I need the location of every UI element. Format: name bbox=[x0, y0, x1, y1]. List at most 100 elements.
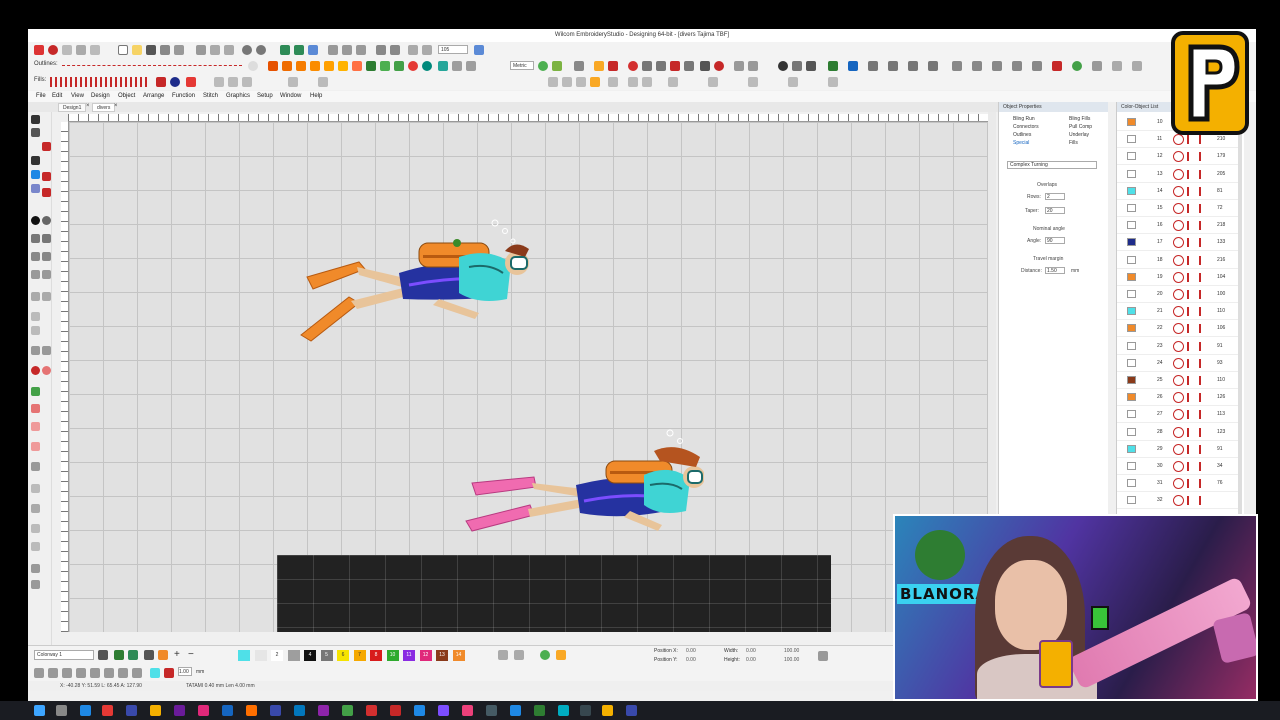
thread-color-swatch[interactable] bbox=[1127, 393, 1136, 402]
thread-color-swatch[interactable] bbox=[1127, 118, 1136, 126]
shape-icon[interactable] bbox=[352, 61, 362, 71]
grid-fill-icon[interactable] bbox=[186, 77, 196, 87]
color-object-row[interactable]: 15 72 bbox=[1117, 200, 1239, 217]
paste-icon[interactable] bbox=[210, 45, 220, 55]
position-x-value[interactable]: 0.00 bbox=[686, 648, 696, 654]
star-tool-icon[interactable] bbox=[42, 252, 51, 261]
view-f-icon[interactable] bbox=[104, 668, 114, 678]
arc2-icon[interactable] bbox=[748, 61, 758, 71]
tab-bling-run[interactable]: Bling Run bbox=[1013, 116, 1035, 122]
color-object-row[interactable]: 16 218 bbox=[1117, 217, 1239, 235]
polygon-tool-icon[interactable] bbox=[42, 234, 51, 243]
fill-tool-icon[interactable] bbox=[366, 61, 376, 71]
palette-color-swatch[interactable]: 7 bbox=[353, 650, 366, 661]
redo-icon[interactable] bbox=[256, 45, 266, 55]
height-value[interactable]: 0.00 bbox=[746, 657, 756, 663]
spiral-icon[interactable] bbox=[42, 270, 51, 279]
app-gray-icon[interactable] bbox=[486, 705, 497, 716]
cancel-icon[interactable] bbox=[714, 61, 724, 71]
tab-special[interactable]: Special bbox=[1013, 140, 1029, 146]
edit-icon[interactable] bbox=[1112, 61, 1122, 71]
edge-icon[interactable] bbox=[80, 705, 91, 716]
rows-field[interactable]: 2 bbox=[1045, 193, 1065, 200]
lock-proportions-icon[interactable] bbox=[818, 651, 828, 661]
tab-outlines[interactable]: Outlines bbox=[1013, 132, 1031, 138]
color-object-row[interactable]: 26 126 bbox=[1117, 389, 1239, 407]
stop-icon[interactable] bbox=[628, 61, 638, 71]
view-a-icon[interactable] bbox=[34, 668, 44, 678]
thread-color-swatch[interactable] bbox=[1127, 255, 1136, 264]
rect-tool-icon[interactable] bbox=[31, 252, 40, 261]
stitch-player-icon[interactable] bbox=[280, 45, 290, 55]
group-icon[interactable] bbox=[888, 61, 898, 71]
appliqué-icon[interactable] bbox=[1092, 61, 1102, 71]
menu-window[interactable]: Window bbox=[280, 93, 301, 99]
circle-outline-icon[interactable] bbox=[31, 312, 40, 321]
thread-color-swatch[interactable] bbox=[1127, 152, 1136, 161]
menu-setup[interactable]: Setup bbox=[257, 93, 273, 99]
lock-icon[interactable] bbox=[590, 77, 600, 87]
monogram-icon[interactable] bbox=[31, 170, 40, 179]
digitize-tool-icon[interactable] bbox=[42, 142, 51, 151]
color-object-row[interactable]: 23 91 bbox=[1117, 338, 1239, 355]
combine-icon[interactable] bbox=[828, 77, 838, 87]
trim-icon[interactable] bbox=[642, 61, 652, 71]
menu-function[interactable]: Function bbox=[172, 93, 195, 99]
menu-graphics[interactable]: Graphics bbox=[226, 93, 250, 99]
thread-color-swatch[interactable] bbox=[1127, 238, 1136, 247]
tab-connectors[interactable]: Connectors bbox=[1013, 124, 1039, 130]
color-object-row[interactable]: 14 81 bbox=[1117, 183, 1239, 200]
settings-icon[interactable] bbox=[806, 61, 816, 71]
palette-color-swatch[interactable]: 8 bbox=[370, 650, 382, 661]
order-icon[interactable] bbox=[668, 77, 678, 87]
thread-color-swatch[interactable] bbox=[1127, 444, 1136, 453]
color-wheel-icon[interactable] bbox=[556, 650, 566, 660]
steam-icon[interactable] bbox=[580, 705, 591, 716]
thread-color-swatch[interactable] bbox=[1127, 169, 1136, 178]
reshape-icon[interactable] bbox=[608, 61, 618, 71]
tools-icon[interactable] bbox=[76, 45, 86, 55]
weld-icon[interactable] bbox=[708, 77, 718, 87]
table-icon[interactable] bbox=[452, 61, 462, 71]
start-icon[interactable] bbox=[34, 705, 45, 716]
hoop-tool-icon[interactable] bbox=[31, 564, 40, 573]
palette-color-swatch[interactable]: 5 bbox=[320, 650, 333, 661]
magic-icon[interactable] bbox=[928, 61, 938, 71]
color-object-row[interactable]: 32 bbox=[1117, 492, 1239, 510]
text-tool-icon[interactable] bbox=[828, 61, 838, 71]
pointer-icon[interactable] bbox=[31, 115, 40, 124]
color-object-row[interactable]: 12 179 bbox=[1117, 148, 1239, 166]
chrome-icon[interactable] bbox=[366, 705, 377, 716]
zoom-out-icon[interactable] bbox=[422, 45, 432, 55]
thread-color-swatch[interactable] bbox=[1127, 204, 1136, 212]
fill-pattern-icon[interactable] bbox=[156, 77, 166, 87]
diver-embroidery-pink-fins[interactable] bbox=[464, 427, 704, 547]
print-preview-icon[interactable] bbox=[174, 45, 184, 55]
tab-underlay[interactable]: Underlay bbox=[1069, 132, 1089, 138]
blank-tool-icon[interactable] bbox=[31, 580, 40, 589]
trim-shape-icon[interactable] bbox=[748, 77, 758, 87]
fill-style-a-icon[interactable] bbox=[214, 77, 224, 87]
undo-icon[interactable] bbox=[242, 45, 252, 55]
align-right-icon[interactable] bbox=[576, 77, 586, 87]
hoop-fabric-preview[interactable] bbox=[277, 555, 831, 632]
pink-circle-icon[interactable] bbox=[42, 366, 51, 375]
palette-color-swatch[interactable]: 12 bbox=[419, 650, 432, 661]
motif-icon[interactable] bbox=[422, 61, 432, 71]
color-object-row[interactable]: 28 123 bbox=[1117, 424, 1239, 441]
new-file-icon[interactable] bbox=[118, 45, 128, 55]
app-blue-icon[interactable] bbox=[126, 705, 137, 716]
width-value[interactable]: 0.00 bbox=[746, 648, 756, 654]
run-tool-icon[interactable] bbox=[42, 188, 51, 197]
thread-color-swatch[interactable] bbox=[1127, 186, 1136, 195]
menu-file[interactable]: File bbox=[36, 93, 46, 99]
save-icon[interactable] bbox=[146, 45, 156, 55]
fast-forward-icon[interactable] bbox=[390, 45, 400, 55]
info-icon[interactable] bbox=[778, 61, 788, 71]
thread-color-swatch[interactable] bbox=[1127, 479, 1136, 488]
color-object-row[interactable]: 22 106 bbox=[1117, 320, 1239, 338]
palette-color-swatch[interactable]: 2 bbox=[271, 650, 283, 661]
fabric-tool-icon[interactable] bbox=[31, 524, 40, 533]
flip-h-icon[interactable] bbox=[628, 77, 638, 87]
circle-fill-icon[interactable] bbox=[31, 216, 40, 225]
